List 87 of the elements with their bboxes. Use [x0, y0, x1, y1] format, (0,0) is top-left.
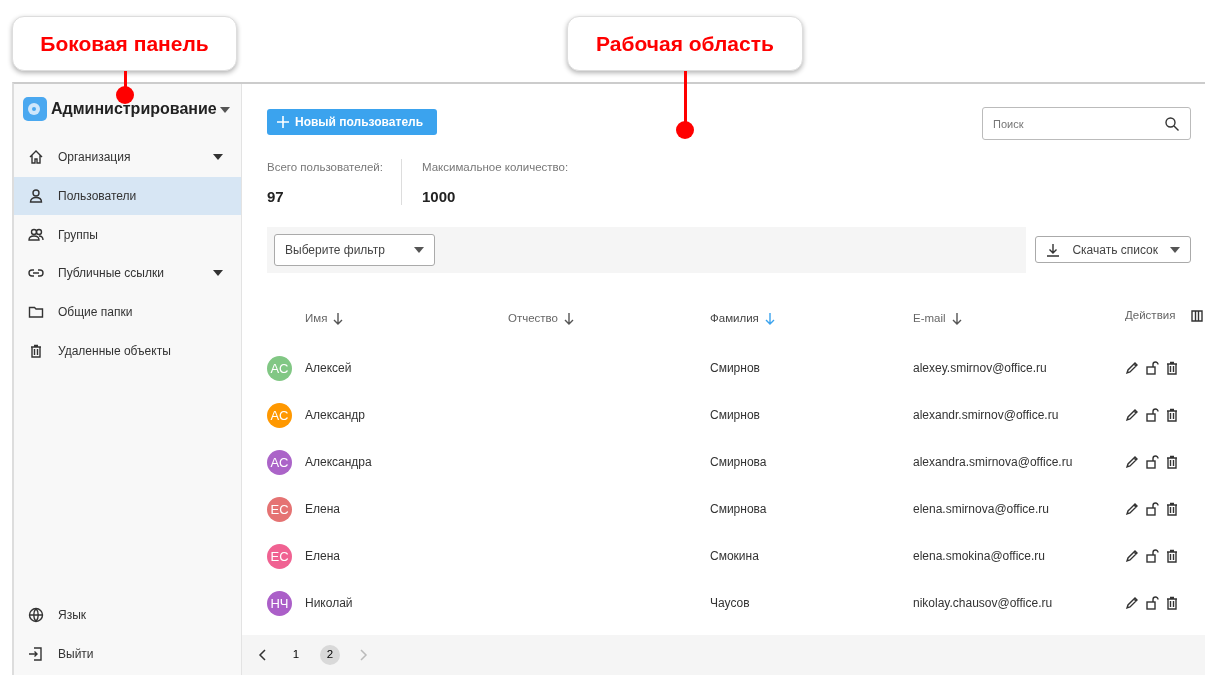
table-cell-text: Александра — [305, 454, 373, 472]
pencil-icon[interactable] — [1125, 596, 1139, 611]
table-cell-text: Елена — [305, 501, 341, 519]
column-header[interactable]: Имя — [305, 310, 328, 328]
user-icon — [28, 188, 44, 205]
callout-label: Боковая панель — [12, 16, 237, 71]
table-cell-text: Смирнов — [710, 407, 761, 425]
pencil-icon[interactable] — [1125, 361, 1139, 376]
sort-arrow-icon[interactable] — [333, 312, 344, 325]
avatar: АС — [267, 449, 292, 475]
unlock-icon[interactable] — [1145, 408, 1159, 423]
table-cell-text: Смирнова — [710, 501, 768, 519]
callout-label: Рабочая область — [567, 16, 803, 71]
table-cell-text: Смирнов — [710, 360, 761, 378]
trash-icon[interactable] — [1165, 502, 1179, 517]
trash-icon — [28, 342, 44, 359]
unlock-icon[interactable] — [1145, 502, 1159, 517]
column-header[interactable]: E-mail — [913, 310, 946, 328]
marker-dot — [676, 121, 694, 139]
avatar: НЧ — [267, 590, 292, 616]
sidebar-item[interactable]: Публичные ссылки — [14, 254, 241, 293]
caret-icon — [219, 106, 230, 113]
trash-icon[interactable] — [1165, 596, 1179, 611]
avatar: АС — [267, 355, 292, 381]
table-cell-text: Чаусов — [710, 595, 751, 613]
sidebar-item[interactable]: Язык — [14, 595, 241, 635]
caret-icon — [414, 246, 424, 253]
unlock-icon[interactable] — [1145, 549, 1159, 564]
sort-arrow-icon[interactable] — [564, 312, 574, 325]
table-cell-text: alexandra.smirnova@office.ru — [913, 454, 1074, 472]
sidebar-item[interactable]: Общие папки — [14, 292, 241, 332]
download-icon — [1046, 242, 1061, 257]
table-cell-text: elena.smirnova@office.ru — [913, 501, 1051, 519]
avatar: АС — [267, 402, 292, 428]
exit-icon — [28, 645, 44, 662]
table-cell-text: alexey.smirnov@office.ru — [913, 360, 1048, 378]
folder-icon — [28, 304, 44, 321]
caret-icon — [1170, 246, 1180, 253]
pencil-icon[interactable] — [1125, 455, 1139, 470]
page-button[interactable]: 1 — [286, 645, 306, 665]
table-cell-text: elena.smokina@office.ru — [913, 548, 1047, 566]
users-icon — [28, 226, 44, 243]
unlock-icon[interactable] — [1145, 361, 1159, 376]
sort-arrow-icon[interactable] — [951, 312, 962, 325]
sidebar-item[interactable]: Пользователи — [14, 176, 241, 216]
pencil-icon[interactable] — [1125, 502, 1139, 517]
pencil-icon[interactable] — [1125, 549, 1139, 564]
table-cell-text: Николай — [305, 595, 354, 613]
stat-label: Всего пользователей: — [267, 160, 383, 175]
unlock-icon[interactable] — [1145, 455, 1159, 470]
table-cell-text: Смирнова — [710, 454, 768, 472]
app-logo-icon — [22, 96, 48, 122]
trash-icon[interactable] — [1165, 549, 1179, 564]
sidebar-item[interactable]: Группы — [14, 215, 241, 255]
search-field[interactable]: Поиск — [982, 107, 1191, 140]
table-cell-text: Елена — [305, 548, 341, 566]
table-cell-text: Смокина — [710, 548, 760, 566]
columns-icon[interactable] — [1191, 309, 1203, 323]
column-header[interactable]: Фамилия — [710, 310, 759, 328]
home-icon — [28, 149, 44, 166]
pencil-icon[interactable] — [1125, 408, 1139, 423]
globe-icon — [28, 606, 44, 623]
stat-label: Максимальное количество: — [421, 160, 569, 175]
unlock-icon[interactable] — [1145, 596, 1159, 611]
stat-value: 97 — [267, 187, 285, 208]
avatar: ЕС — [267, 543, 292, 569]
sidebar-item[interactable]: Удаленные объекты — [14, 331, 241, 371]
filter-dropdown[interactable]: Выберите фильтр — [274, 233, 435, 266]
column-header[interactable]: Отчество — [508, 310, 558, 328]
table-cell-text: alexandr.smirnov@office.ru — [913, 407, 1060, 425]
trash-icon[interactable] — [1165, 361, 1179, 376]
avatar: ЕС — [267, 496, 292, 522]
search-icon — [1165, 117, 1179, 131]
plus-icon — [277, 116, 289, 128]
sidebar-item[interactable]: Организация — [14, 138, 241, 177]
table-cell-text: Алексей — [305, 360, 353, 378]
sidebar-item[interactable]: Выйти — [14, 634, 241, 673]
column-header[interactable]: Действия — [1125, 307, 1176, 325]
trash-icon[interactable] — [1165, 408, 1179, 423]
chevron-left-icon[interactable] — [258, 649, 266, 661]
table-cell-text: Александр — [305, 407, 367, 425]
stat-value: 1000 — [421, 187, 457, 208]
section-title: Администрирование — [51, 99, 217, 119]
download-button[interactable]: Скачать список — [1035, 236, 1191, 264]
trash-icon[interactable] — [1165, 455, 1179, 470]
table-cell-text: nikolay.chausov@office.ru — [913, 595, 1054, 613]
page-button[interactable]: 2 — [320, 645, 340, 665]
